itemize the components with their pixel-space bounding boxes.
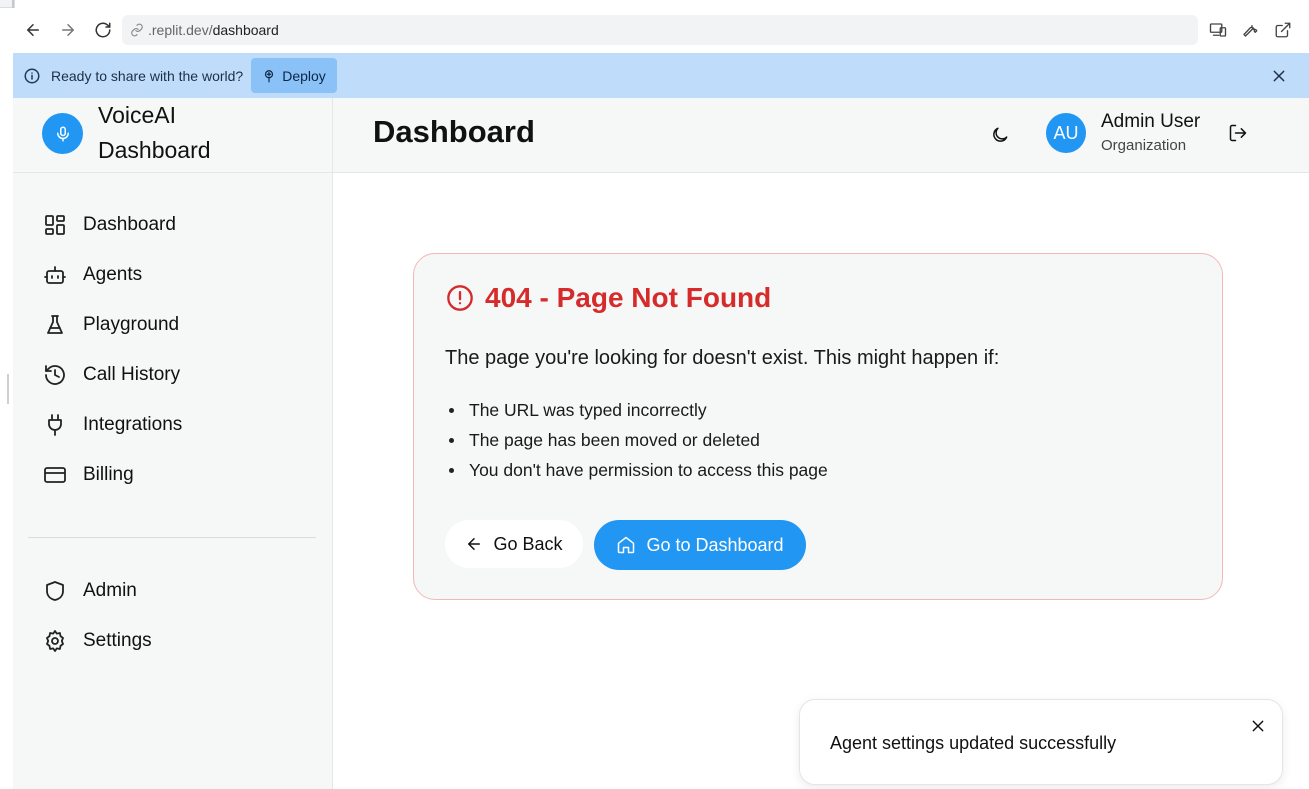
flask-icon (41, 311, 69, 339)
history-icon (41, 361, 69, 389)
alert-circle-icon (445, 283, 475, 313)
user-organization: Organization (1101, 137, 1187, 154)
sidebar-item-label: Dashboard (83, 214, 176, 235)
go-to-dashboard-label: Go to Dashboard (646, 534, 784, 555)
deploy-button[interactable]: Deploy (251, 58, 337, 93)
sidebar-item-call-history[interactable]: Call History (41, 355, 321, 395)
link-icon (130, 23, 144, 37)
browser-toolbar: .replit.dev/dashboard (0, 8, 1309, 53)
sidebar-item-settings[interactable]: Settings (41, 621, 321, 661)
deploy-label: Deploy (282, 67, 326, 84)
reload-icon[interactable] (91, 18, 115, 42)
list-item: You don't have permission to access this… (449, 455, 828, 485)
arrow-left-icon (465, 535, 483, 553)
list-item: The URL was typed incorrectly (449, 395, 828, 425)
go-to-dashboard-button[interactable]: Go to Dashboard (594, 520, 806, 570)
sidebar-item-label: Settings (83, 630, 152, 651)
tab-strip (0, 0, 1309, 8)
brand: VoiceAI Dashboard (13, 98, 333, 173)
brand-name: VoiceAI Dashboard (98, 98, 258, 168)
sidebar-item-label: Integrations (83, 414, 183, 435)
logout-icon[interactable] (1225, 120, 1251, 146)
resize-handle[interactable] (7, 374, 9, 404)
deploy-banner: Ready to share with the world? Deploy (13, 53, 1309, 98)
top-header: Dashboard AU Admin User Organization (333, 98, 1309, 173)
go-back-button[interactable]: Go Back (445, 520, 583, 568)
user-name: Admin User (1101, 111, 1201, 132)
not-found-card: 404 - Page Not Found The page you're loo… (413, 253, 1223, 600)
error-description: The page you're looking for doesn't exis… (445, 347, 1000, 369)
sidebar-item-playground[interactable]: Playground (41, 305, 321, 345)
credit-card-icon (41, 461, 69, 489)
toast-notification: Agent settings updated successfully (799, 699, 1283, 785)
active-tab[interactable] (14, 0, 1309, 8)
brand-line-2: Dashboard (98, 137, 211, 163)
sidebar-divider (28, 537, 316, 538)
layout-grid-icon (41, 211, 69, 239)
screen: .replit.dev/dashboard Ready to share wit… (0, 0, 1309, 789)
sidebar: VoiceAI Dashboard Dashboard Agents Playg… (13, 98, 333, 789)
sidebar-item-label: Playground (83, 314, 180, 335)
sidebar-item-billing[interactable]: Billing (41, 455, 321, 495)
plug-icon (41, 411, 69, 439)
open-external-icon[interactable] (1271, 18, 1295, 42)
home-icon (616, 535, 636, 555)
url-host: .replit.dev/ (148, 22, 213, 38)
microphone-icon (42, 113, 83, 154)
info-icon (22, 66, 42, 86)
deploy-icon (262, 69, 276, 83)
error-heading: 404 - Page Not Found (445, 282, 771, 314)
address-bar[interactable]: .replit.dev/dashboard (122, 15, 1198, 45)
sidebar-item-dashboard[interactable]: Dashboard (41, 205, 321, 245)
list-item: The page has been moved or deleted (449, 425, 828, 455)
wrench-icon[interactable] (1238, 18, 1262, 42)
moon-icon[interactable] (987, 122, 1013, 148)
banner-message: Ready to share with the world? (51, 67, 244, 84)
page-title: Dashboard (373, 114, 535, 149)
sidebar-item-integrations[interactable]: Integrations (41, 405, 321, 445)
gear-icon (41, 627, 69, 655)
shield-icon (41, 577, 69, 605)
sidebar-item-label: Agents (83, 264, 143, 285)
error-title: 404 - Page Not Found (485, 282, 772, 313)
url-path: dashboard (212, 22, 279, 38)
sidebar-item-admin[interactable]: Admin (41, 571, 321, 611)
sidebar-item-label: Call History (83, 364, 181, 385)
forward-arrow-icon[interactable] (56, 18, 80, 42)
avatar[interactable]: AU (1046, 113, 1086, 153)
go-back-label: Go Back (493, 533, 563, 554)
sidebar-item-agents[interactable]: Agents (41, 255, 321, 295)
app: VoiceAI Dashboard Dashboard Agents Playg… (13, 98, 1309, 789)
toast-message: Agent settings updated successfully (830, 733, 1117, 753)
bot-icon (41, 261, 69, 289)
sidebar-item-label: Billing (83, 464, 134, 485)
sidebar-item-label: Admin (83, 580, 137, 601)
devices-icon[interactable] (1206, 18, 1230, 42)
brand-line-1: VoiceAI (98, 102, 176, 128)
reason-list: The URL was typed incorrectly The page h… (449, 395, 828, 485)
close-banner-icon[interactable] (1269, 66, 1289, 86)
back-arrow-icon[interactable] (21, 18, 45, 42)
close-toast-icon[interactable] (1248, 716, 1268, 736)
